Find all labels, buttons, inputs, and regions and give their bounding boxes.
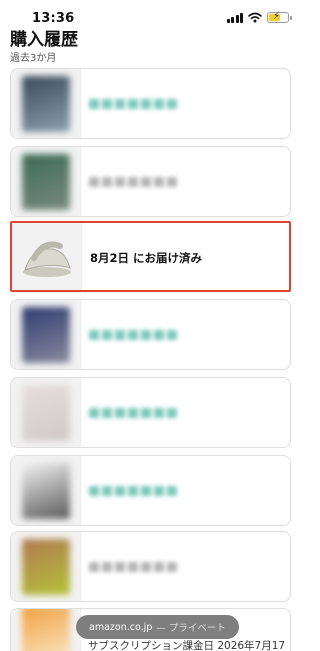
charging-bolt-icon: ⚡ (273, 11, 281, 22)
order-title-redacted (89, 408, 177, 418)
product-thumbnail (11, 69, 81, 138)
toast-note: — プライベート (156, 623, 226, 634)
order-card-highlighted[interactable]: 8月2日 にお届け済み (10, 221, 291, 292)
product-image (21, 75, 70, 132)
period-subtitle: 過去3か月 (10, 53, 57, 64)
product-image (21, 384, 70, 441)
status-time: 13:36 (32, 11, 75, 26)
order-card[interactable] (10, 455, 291, 526)
product-thumbnail (11, 378, 81, 447)
product-image (21, 538, 70, 595)
product-thumbnail (11, 532, 81, 601)
order-title-redacted (89, 99, 177, 109)
delivery-status: 8月2日 にお届け済み (90, 251, 203, 265)
product-thumbnail (11, 300, 81, 369)
toast-domain: amazon.co.jp (89, 621, 153, 633)
sandal-image (22, 241, 71, 277)
order-title-redacted (89, 330, 177, 340)
order-title-redacted (89, 486, 177, 496)
product-thumbnail (11, 609, 81, 651)
order-card[interactable] (10, 146, 291, 217)
order-card[interactable] (10, 68, 291, 139)
status-icons: ⚡ (226, 11, 292, 23)
subscription-billing-date: サブスクリプション課金日 2026年7月17 (88, 640, 286, 651)
order-card[interactable] (10, 299, 291, 370)
battery-icon: ⚡ (267, 11, 292, 23)
product-thumbnail (11, 147, 81, 216)
order-card[interactable] (10, 531, 291, 602)
product-image (21, 462, 70, 519)
product-image (21, 153, 70, 210)
order-card[interactable] (10, 377, 291, 448)
cellular-signal-icon (226, 12, 243, 23)
browser-domain-toast[interactable]: amazon.co.jp — プライベート (76, 615, 239, 639)
order-title-redacted (89, 177, 177, 187)
product-thumbnail (12, 223, 82, 290)
product-image (21, 306, 70, 363)
order-title-redacted (89, 562, 177, 572)
product-thumbnail (11, 456, 81, 525)
product-image (21, 609, 70, 651)
page-title: 購入履歴 (10, 30, 78, 50)
status-bar: 13:36 ⚡ (0, 0, 301, 26)
wifi-icon (248, 12, 262, 23)
